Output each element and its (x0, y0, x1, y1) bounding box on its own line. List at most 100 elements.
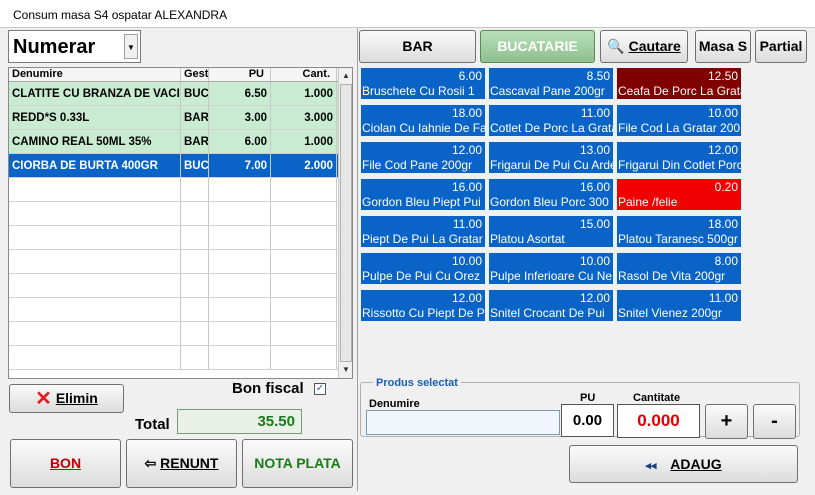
product-name: Platou Asortat (490, 232, 565, 246)
product-grid: 6.00 Bruschete Cu Rosii 1 8.50 Cascaval Pan… (360, 67, 744, 323)
tab-masa[interactable]: Masa S (695, 30, 751, 63)
scroll-down-icon[interactable]: ▼ (339, 363, 353, 377)
tab-bucatarie[interactable]: BUCATARIE (480, 30, 595, 63)
nota-plata-button[interactable]: NOTA PLATA (242, 439, 353, 488)
product-tile[interactable]: 18.00Ciolan Cu Iahnie De Fasole (360, 104, 486, 137)
product-price: 12.00 (451, 291, 482, 305)
product-tile[interactable]: 16.00 Gordon Bleu Piept Pui (360, 178, 486, 211)
total-label: Total (135, 416, 170, 433)
product-tile[interactable]: 13.00 Frigarui De Pui Cu Ardei (488, 141, 614, 174)
product-tile[interactable]: 12.50 Ceafa De Porc La Gratar (616, 67, 742, 100)
table-row-empty (9, 346, 352, 370)
cantitate-field[interactable]: 0.000 (617, 404, 700, 438)
scroll-thumb[interactable] (340, 84, 352, 362)
bon-button[interactable]: BON (10, 439, 121, 488)
product-price: 0.20 (714, 180, 738, 194)
tab-bar[interactable]: BAR (359, 30, 476, 63)
table-row-empty (9, 322, 352, 346)
cell-denumire: REDD*S 0.33L (9, 106, 181, 129)
product-name: Platou Taranesc 500gr (618, 232, 738, 246)
product-tile[interactable]: 11.00 Cotlet De Porc La Gratar (488, 104, 614, 137)
product-name: Pulpe Inferioare Cu Ne (490, 269, 613, 283)
product-name: File Cod Pane 200gr (362, 158, 473, 172)
table-row[interactable]: CAMINO REAL 50ML 35% BAR 6.00 1.000 (9, 130, 352, 154)
product-tile[interactable]: 0.20 Paine /felie (616, 178, 742, 211)
product-price: 12.00 (707, 143, 738, 157)
denumire-label: Denumire (369, 398, 420, 410)
table-header: Denumire Gest PU Cant. (9, 68, 352, 82)
table-row-empty (9, 274, 352, 298)
cell-gest: BUCATARIE (181, 82, 209, 105)
exit-door-icon: ⇦ (144, 455, 157, 471)
product-price: 11.00 (452, 217, 482, 231)
adaug-button[interactable]: ◂◂ ADAUG (569, 445, 798, 483)
tab-partial[interactable]: Partial (755, 30, 807, 63)
delete-x-icon: ✕ (35, 387, 52, 410)
product-tile[interactable]: 12.00 Rissotto Cu Piept De Pui (360, 289, 486, 322)
product-tile[interactable]: 8.50 Cascaval Pane 200gr (488, 67, 614, 100)
order-scrollbar[interactable]: ▲ ▼ (338, 68, 352, 378)
product-price: 10.00 (451, 254, 482, 268)
bon-fiscal-checkbox[interactable]: ✓ (314, 383, 326, 395)
table-row-empty (9, 226, 352, 250)
plus-button[interactable]: + (705, 404, 748, 439)
cell-pu: 6.50 (209, 82, 271, 105)
product-price: 16.00 (451, 180, 482, 194)
col-denumire: Denumire (9, 68, 181, 81)
double-arrow-left-icon: ◂◂ (645, 460, 657, 472)
renunt-button[interactable]: ⇦ RENUNT (126, 439, 237, 488)
product-tile[interactable]: 11.00 Snitel Vienez 200gr (616, 289, 742, 322)
cell-denumire: CIORBA DE BURTA 400GR (9, 154, 181, 177)
product-tile[interactable]: 12.00 Snitel Crocant De Pui (488, 289, 614, 322)
cell-cant: 3.000 (271, 106, 337, 129)
cell-cant: 2.000 (271, 154, 337, 177)
col-gest: Gest (181, 68, 209, 81)
denumire-field[interactable] (366, 410, 560, 435)
total-value: 35.50 (177, 409, 302, 434)
product-name: Cotlet De Porc La Gratar (490, 121, 614, 135)
product-name: Frigarui Din Cotlet Porc (618, 158, 742, 172)
product-name: Rasol De Vita 200gr (618, 269, 726, 283)
cell-cant: 1.000 (271, 82, 337, 105)
product-tile[interactable]: 10.00 Pulpe De Pui Cu Orez (360, 252, 486, 285)
scroll-up-icon[interactable]: ▲ (339, 69, 353, 83)
table-row-empty (9, 178, 352, 202)
window-title: Consum masa S4 ospatar ALEXANDRA (13, 8, 228, 22)
product-tile[interactable]: 16.00 Gordon Bleu Porc 300 (488, 178, 614, 211)
product-tile[interactable]: 11.00 Piept De Pui La Gratar (360, 215, 486, 248)
product-price: 8.50 (586, 69, 610, 83)
product-name: Pulpe De Pui Cu Orez (362, 269, 481, 283)
tab-cautare[interactable]: 🔍 Cautare (600, 30, 688, 63)
elimin-label: Elimin (55, 390, 98, 406)
product-tile[interactable]: 12.00 File Cod Pane 200gr (360, 141, 486, 174)
pu-field[interactable]: 0.00 (561, 404, 614, 437)
minus-button[interactable]: - (753, 404, 796, 439)
cell-denumire: CLATITE CU BRANZA DE VACI (9, 82, 181, 105)
table-row[interactable]: CLATITE CU BRANZA DE VACI BUCATARIE 6.50… (9, 82, 352, 106)
product-name: Rissotto Cu Piept De Pui (362, 306, 486, 320)
product-tile[interactable]: 18.00 Platou Taranesc 500gr (616, 215, 742, 248)
product-tile[interactable]: 12.00 Frigarui Din Cotlet Porc (616, 141, 742, 174)
cautare-label: Cautare (628, 38, 681, 54)
cell-denumire: CAMINO REAL 50ML 35% (9, 130, 181, 153)
product-tile[interactable]: 8.00 Rasol De Vita 200gr (616, 252, 742, 285)
table-row-selected[interactable]: CIORBA DE BURTA 400GR BUCATARIE 7.00 2.0… (9, 154, 352, 178)
product-price: 18.00 (451, 106, 482, 120)
product-tile[interactable]: 10.00 File Cod La Gratar 200 (616, 104, 742, 137)
product-tile[interactable]: 15.00 Platou Asortat (488, 215, 614, 248)
product-price: 15.00 (579, 217, 610, 231)
product-name: Snitel Crocant De Pui (490, 306, 605, 320)
col-pu: PU (209, 68, 271, 81)
product-tile[interactable]: 10.00 Pulpe Inferioare Cu Ne (488, 252, 614, 285)
table-row[interactable]: REDD*S 0.33L BAR 3.00 3.000 (9, 106, 352, 130)
product-tile[interactable]: 6.00 Bruschete Cu Rosii 1 (360, 67, 486, 100)
search-icon: 🔍 (607, 38, 625, 54)
payment-method-select[interactable]: Numerar ▼ (8, 30, 141, 63)
product-name: Gordon Bleu Porc 300 (490, 195, 609, 209)
chevron-down-icon[interactable]: ▼ (124, 34, 138, 59)
cell-pu: 7.00 (209, 154, 271, 177)
cell-gest: BAR (181, 106, 209, 129)
product-price: 10.00 (579, 254, 610, 268)
title-bar: Consum masa S4 ospatar ALEXANDRA (0, 0, 815, 28)
elimin-button[interactable]: ✕ Elimin (9, 384, 124, 413)
